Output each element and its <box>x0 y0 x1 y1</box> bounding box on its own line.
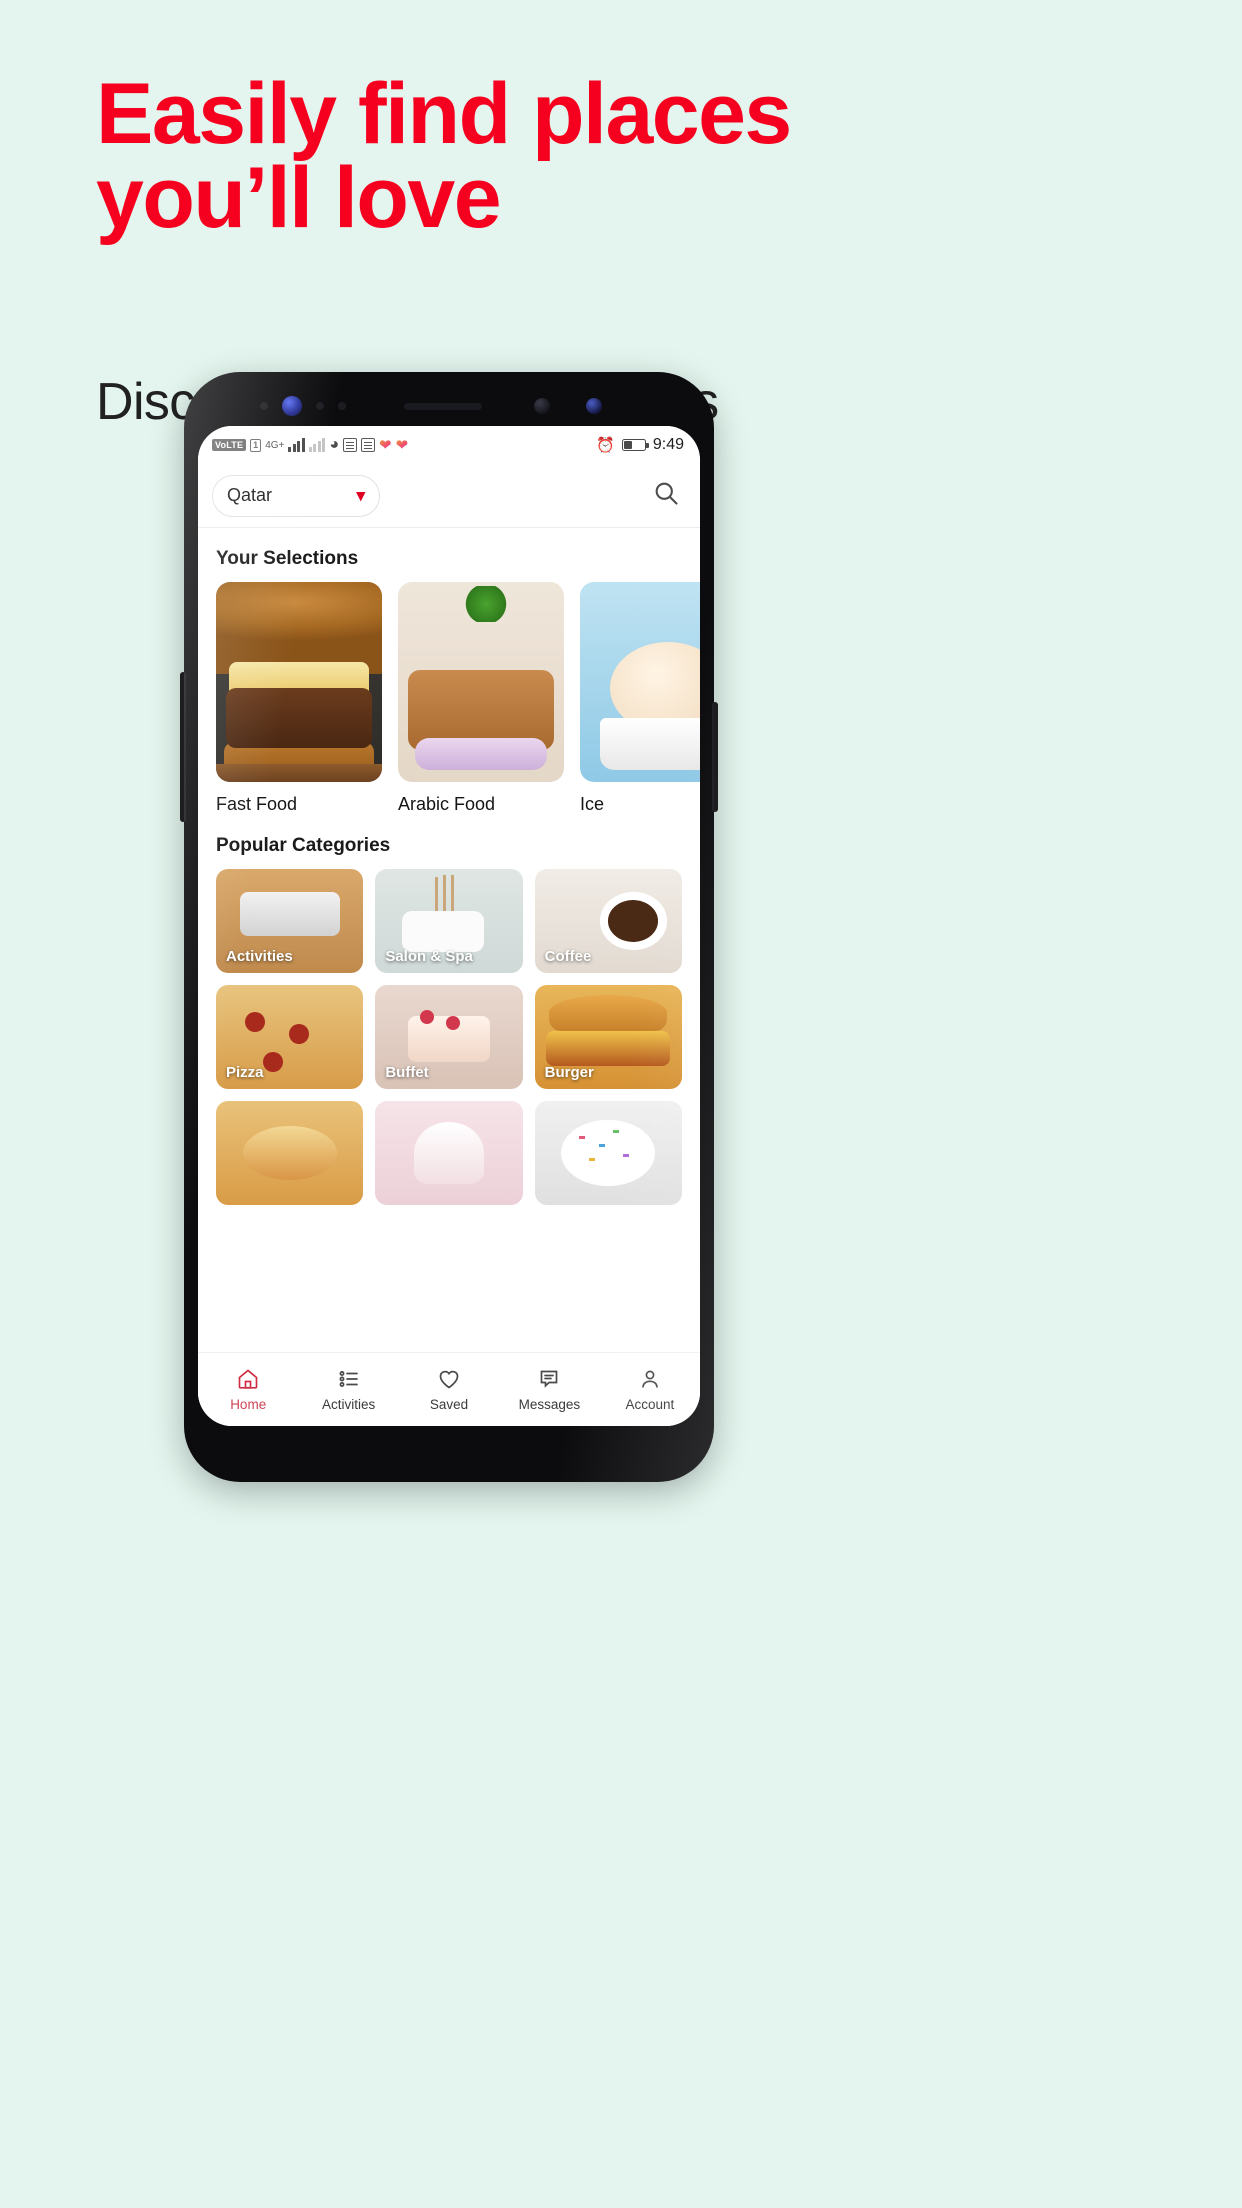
selection-card[interactable]: Arabic Food <box>398 582 564 815</box>
your-selections-carousel[interactable]: Fast Food Arabic Food Ice <box>198 582 700 815</box>
selection-label: Ice <box>580 794 605 814</box>
app-top-bar: Qatar ▾ <box>198 464 700 528</box>
volume-button <box>180 672 186 822</box>
category-tile-pasta[interactable] <box>216 1101 364 1205</box>
ice-cream-photo <box>580 582 700 782</box>
promo-headline-line1: Easily find places <box>96 66 792 162</box>
selection-card[interactable]: Ice <box>580 582 700 815</box>
category-tile-dessert[interactable] <box>375 1101 523 1205</box>
heart-icon: ❤ <box>395 436 409 454</box>
heart-outline-icon <box>437 1367 461 1391</box>
front-camera-icon <box>586 398 602 414</box>
power-button <box>712 702 718 812</box>
category-tile-coffee[interactable]: Coffee <box>534 869 682 973</box>
sensor-dot-icon <box>260 402 268 410</box>
app-icon <box>361 438 376 452</box>
nav-label: Activities <box>321 1397 376 1412</box>
nav-item-messages[interactable]: Messages <box>499 1367 599 1412</box>
popular-categories-title: Popular Categories <box>216 835 391 856</box>
location-select[interactable]: Qatar ▾ <box>212 474 380 517</box>
category-tile-salon-spa[interactable]: Salon & Spa <box>375 869 523 973</box>
alarm-icon: ⏰ <box>596 436 615 454</box>
category-tile-burger[interactable]: Burger <box>534 985 682 1089</box>
nav-item-home[interactable]: Home <box>198 1367 298 1412</box>
sensor-dot-icon <box>338 402 346 410</box>
phone-screen: VoLTE 1 4G+ ◕ ❤ ❤ ⏰ 9:49 Qatar ▾ Your Se… <box>198 426 700 1426</box>
promo-headline-line2: you’ll love <box>96 150 502 247</box>
category-tile-icecream[interactable] <box>534 1101 682 1205</box>
nav-label: Home <box>230 1397 267 1412</box>
category-label: Activities <box>226 948 293 965</box>
category-label: Salon & Spa <box>385 948 473 965</box>
promo-headline: Easily find places you’ll love <box>96 66 1156 247</box>
signal-bars-icon <box>288 438 305 452</box>
category-tile-activities[interactable]: Activities <box>216 869 364 973</box>
category-label: Buffet <box>385 1064 429 1081</box>
phone-sensor-row <box>198 386 700 426</box>
status-clock: 9:49 <box>652 436 684 453</box>
nav-item-activities[interactable]: Activities <box>298 1367 398 1412</box>
phone-mockup: VoLTE 1 4G+ ◕ ❤ ❤ ⏰ 9:49 Qatar ▾ Your Se… <box>180 372 718 1482</box>
category-label: Burger <box>544 1064 594 1081</box>
wifi-icon: ◕ <box>329 436 340 453</box>
category-tile-buffet[interactable]: Buffet <box>375 985 523 1089</box>
list-icon <box>337 1367 361 1391</box>
sim-icon: 1 <box>250 438 262 452</box>
search-icon[interactable] <box>652 479 680 512</box>
chevron-down-icon: ▾ <box>356 486 365 505</box>
notification-icon <box>343 438 358 452</box>
front-camera-icon <box>282 396 302 416</box>
category-tile-pizza[interactable]: Pizza <box>216 985 364 1089</box>
volte-icon: VoLTE <box>212 439 247 451</box>
sensor-icon <box>534 398 550 414</box>
nav-item-account[interactable]: Account <box>600 1367 700 1412</box>
status-bar: VoLTE 1 4G+ ◕ ❤ ❤ ⏰ 9:49 <box>198 426 700 464</box>
battery-icon <box>621 439 649 451</box>
nav-label: Account <box>625 1397 675 1412</box>
network-type-label: 4G+ <box>265 439 285 451</box>
popular-categories-grid: Activities Salon & Spa Coffee Pizza Buff… <box>198 869 700 1205</box>
selection-card[interactable]: Fast Food <box>216 582 382 815</box>
nav-label: Saved <box>429 1397 469 1412</box>
arabic-food-photo <box>398 582 564 782</box>
category-label: Coffee <box>544 948 592 965</box>
location-value: Qatar <box>227 485 273 505</box>
app-content: Your Selections Fast Food Arabic Food Ic… <box>198 528 700 1426</box>
earpiece-speaker <box>404 402 482 410</box>
home-icon <box>236 1367 260 1391</box>
promo-page: Easily find places you’ll love Discover … <box>0 0 1242 2208</box>
selection-label: Arabic Food <box>398 794 496 814</box>
signal-bars-secondary-icon <box>308 438 326 452</box>
message-icon <box>537 1367 561 1391</box>
person-icon <box>638 1367 662 1391</box>
nav-label: Messages <box>518 1397 581 1412</box>
category-label: Pizza <box>226 1064 264 1081</box>
nav-item-saved[interactable]: Saved <box>399 1367 499 1412</box>
sensor-dot-icon <box>316 402 324 410</box>
burger-photo <box>216 582 382 782</box>
bottom-navigation: Home Activities Saved Messages Account <box>198 1352 700 1426</box>
selection-label: Fast Food <box>216 794 298 814</box>
your-selections-title: Your Selections <box>216 548 359 569</box>
heart-icon: ❤ <box>379 436 392 454</box>
